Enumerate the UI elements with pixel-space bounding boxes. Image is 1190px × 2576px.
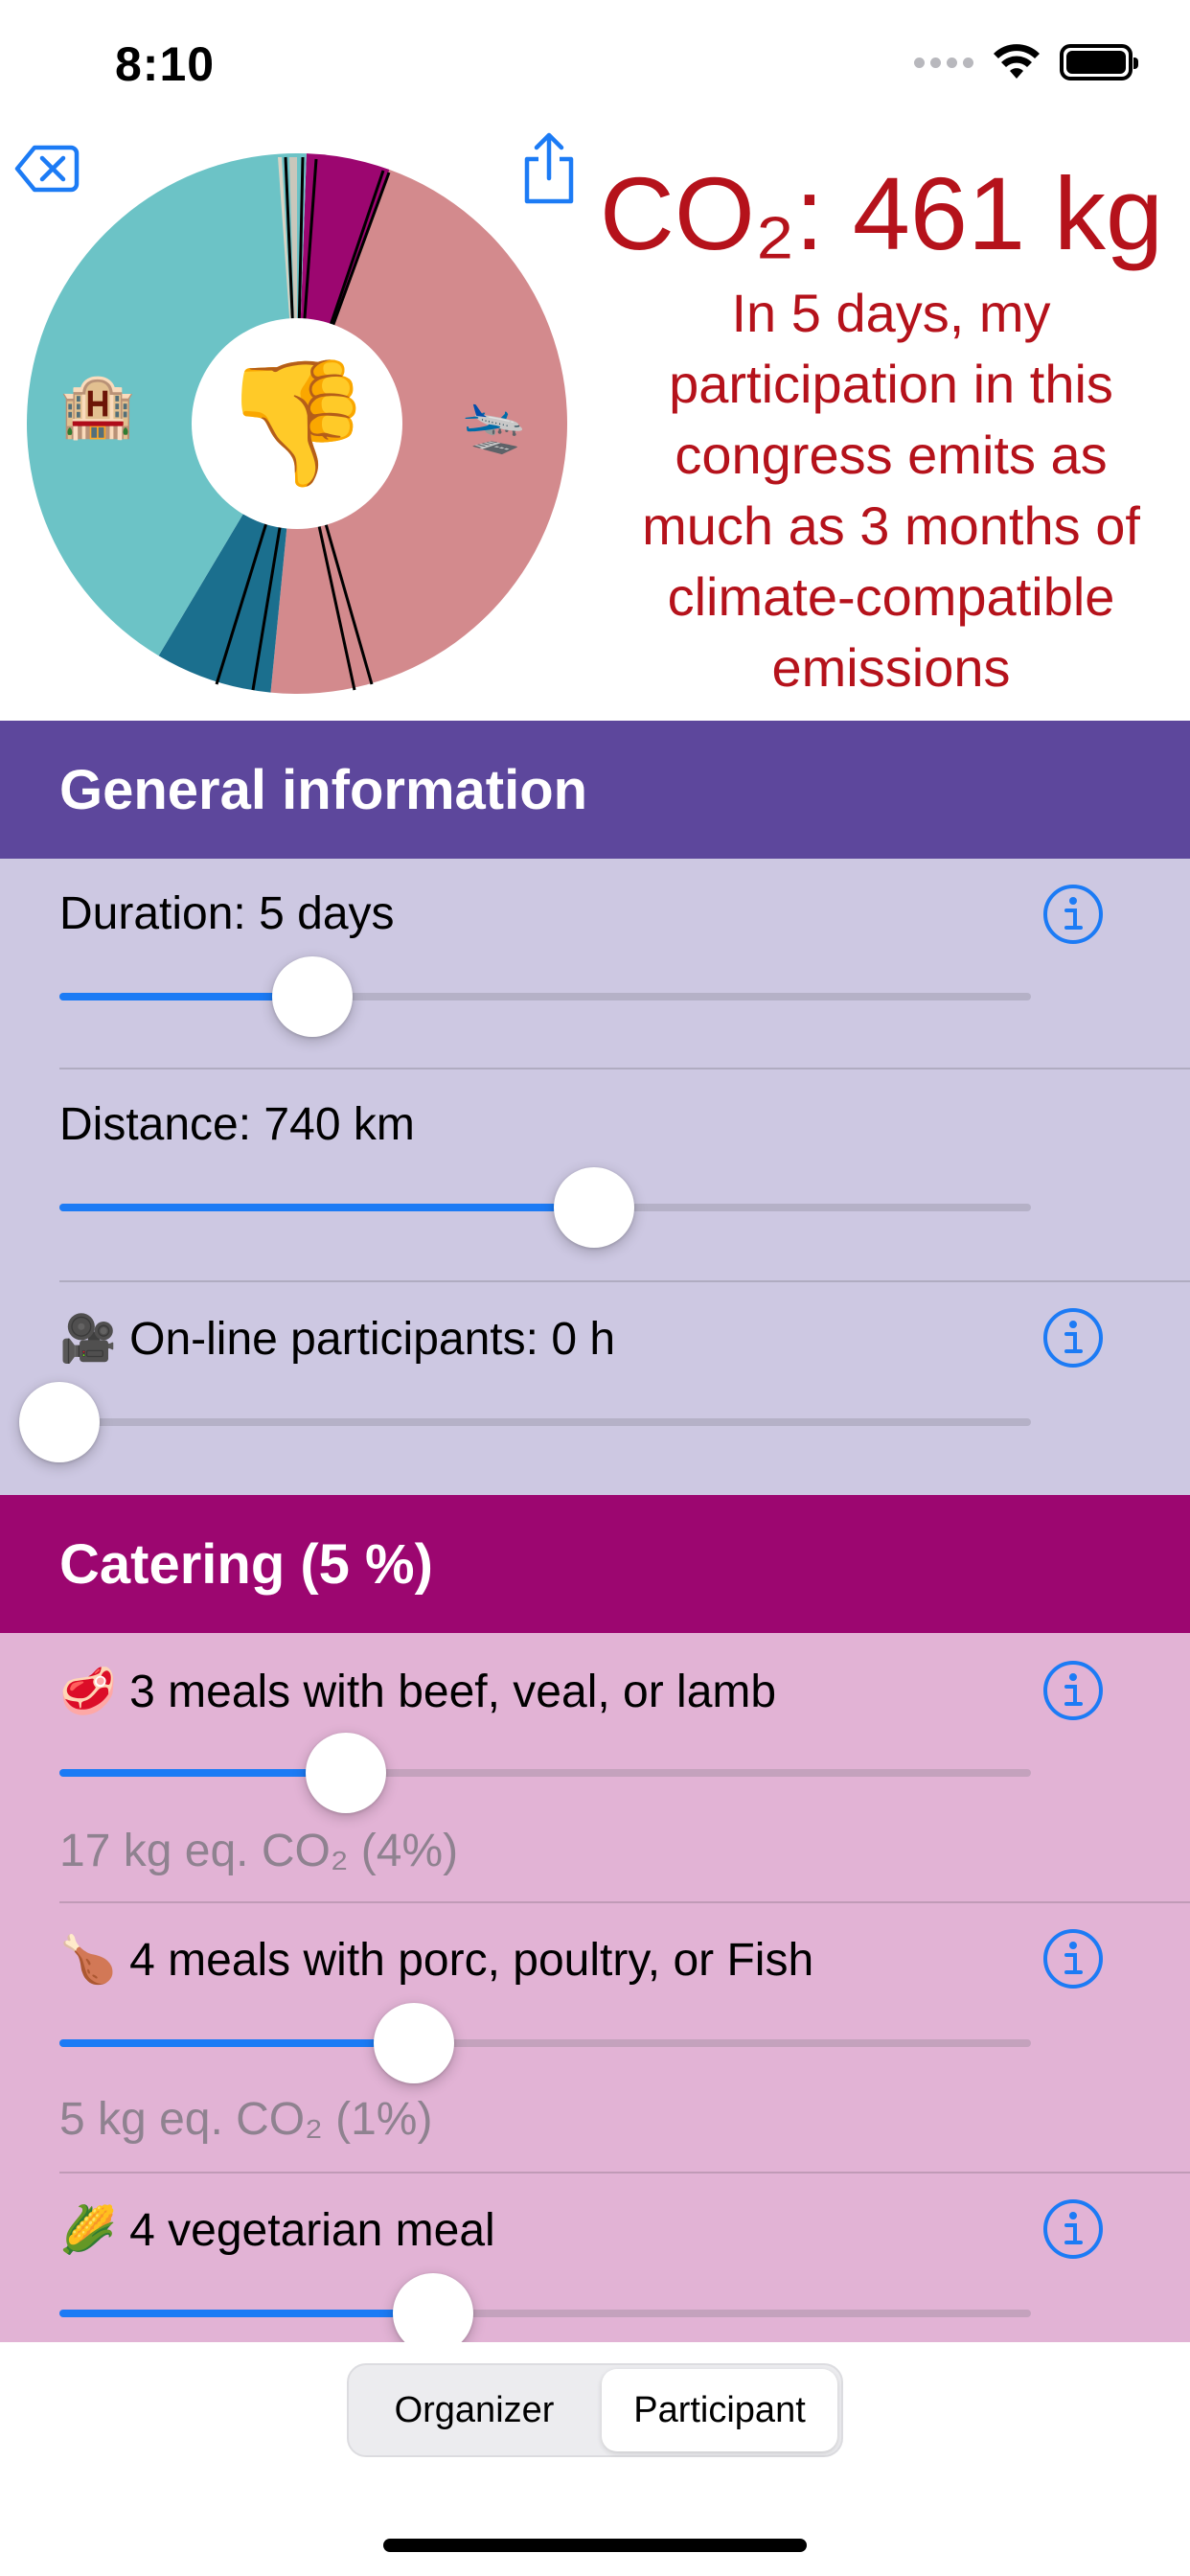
duration-row: Duration: 5 days bbox=[0, 859, 1190, 1070]
slider-thumb[interactable] bbox=[271, 956, 353, 1037]
poultry-label: 🍗 4 meals with porc, poultry, or Fish bbox=[59, 1932, 813, 1987]
poultry-label-text: 4 meals with porc, poultry, or Fish bbox=[129, 1935, 814, 1986]
hotel-icon: 🏨 bbox=[59, 371, 136, 440]
duration-label: Duration: 5 days bbox=[59, 888, 395, 939]
beef-emissions: 17 kg eq. CO₂ (4%) bbox=[59, 1826, 459, 1876]
meat-icon: 🥩 bbox=[59, 1667, 117, 1717]
veg-slider[interactable] bbox=[59, 2273, 1031, 2354]
slider-thumb[interactable] bbox=[374, 2003, 455, 2083]
distance-label: Distance: 740 km bbox=[59, 1099, 415, 1150]
distance-row: Distance: 740 km bbox=[0, 1070, 1190, 1282]
corn-icon: 🌽 bbox=[59, 2205, 117, 2256]
online-label-text: On-line participants: 0 h bbox=[129, 1314, 616, 1365]
beef-slider[interactable] bbox=[59, 1733, 1031, 1813]
info-icon[interactable] bbox=[1042, 884, 1104, 945]
wifi-icon bbox=[994, 44, 1040, 79]
poultry-row: 🍗 4 meals with porc, poultry, or Fish 5 … bbox=[0, 1903, 1190, 2174]
poultry-emissions: 5 kg eq. CO₂ (1%) bbox=[59, 2094, 433, 2145]
battery-icon bbox=[1060, 44, 1138, 80]
distance-slider[interactable] bbox=[59, 1167, 1031, 1248]
camera-icon: 🎥 bbox=[59, 1314, 117, 1365]
plane-icon: 🛬 bbox=[462, 398, 527, 455]
duration-slider[interactable] bbox=[59, 956, 1031, 1037]
beef-label-text: 3 meals with beef, veal, or lamb bbox=[129, 1667, 777, 1717]
status-icons bbox=[914, 44, 1138, 80]
emissions-donut-chart: 👎 🏨 🛬 bbox=[27, 153, 567, 694]
catering-section-header: Catering (5 %) bbox=[0, 1495, 1190, 1633]
co2-total: CO₂: 461 kg bbox=[599, 155, 1164, 271]
general-section: Duration: 5 days Distance: 740 km 🎥 On-l… bbox=[0, 859, 1190, 1495]
thumbs-down-icon: 👎 bbox=[192, 318, 402, 529]
role-segmented-control: Organizer Participant bbox=[347, 2363, 843, 2457]
home-indicator bbox=[383, 2539, 807, 2552]
catering-section: 🥩 3 meals with beef, veal, or lamb 17 kg… bbox=[0, 1633, 1190, 2354]
info-icon[interactable] bbox=[1042, 1928, 1104, 1990]
info-icon[interactable] bbox=[1042, 1307, 1104, 1368]
status-bar: 8:10 bbox=[0, 0, 1190, 134]
veg-row: 🌽 4 vegetarian meal bbox=[0, 2174, 1190, 2354]
beef-row: 🥩 3 meals with beef, veal, or lamb 17 kg… bbox=[0, 1633, 1190, 1903]
online-label: 🎥 On-line participants: 0 h bbox=[59, 1311, 615, 1366]
poultry-icon: 🍗 bbox=[59, 1935, 117, 1986]
slider-thumb[interactable] bbox=[306, 1733, 387, 1813]
info-icon[interactable] bbox=[1042, 1660, 1104, 1721]
organizer-segment[interactable]: Organizer bbox=[355, 2369, 594, 2451]
veg-label: 🌽 4 vegetarian meal bbox=[59, 2202, 495, 2257]
co2-message: In 5 days, my participation in this cong… bbox=[642, 283, 1140, 698]
slider-thumb[interactable] bbox=[19, 1382, 100, 1462]
beef-label: 🥩 3 meals with beef, veal, or lamb bbox=[59, 1664, 776, 1718]
info-icon[interactable] bbox=[1042, 2198, 1104, 2260]
poultry-slider[interactable] bbox=[59, 2003, 1031, 2083]
status-time: 8:10 bbox=[115, 37, 216, 91]
signal-icon bbox=[914, 57, 973, 68]
online-row: 🎥 On-line participants: 0 h bbox=[0, 1282, 1190, 1495]
online-slider[interactable] bbox=[19, 1382, 1031, 1462]
veg-label-text: 4 vegetarian meal bbox=[129, 2205, 495, 2256]
participant-segment[interactable]: Participant bbox=[602, 2369, 837, 2451]
slider-thumb[interactable] bbox=[553, 1167, 634, 1248]
general-section-header: General information bbox=[0, 721, 1190, 859]
